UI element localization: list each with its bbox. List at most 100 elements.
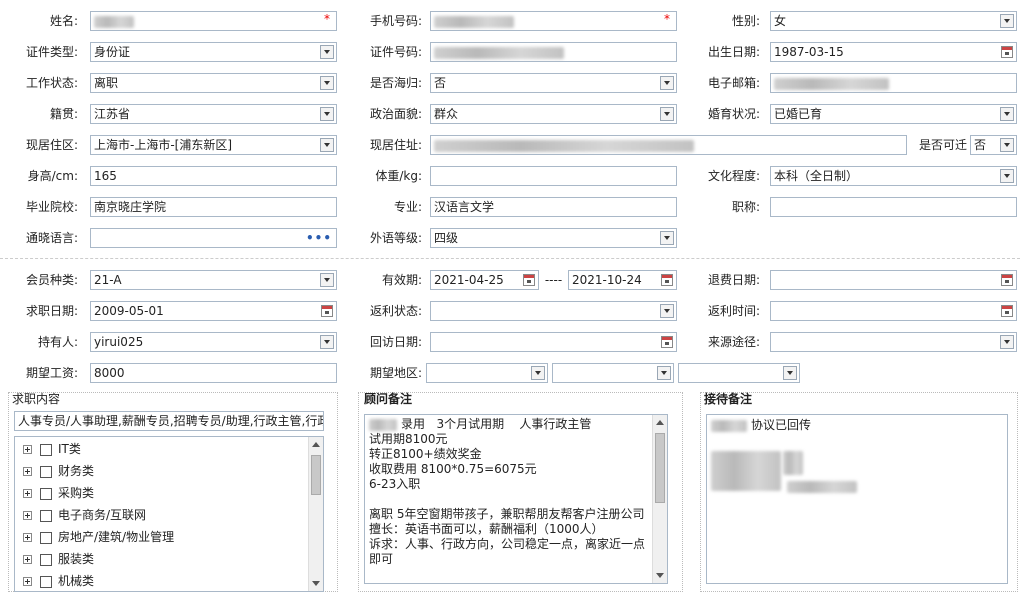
calendar-icon[interactable] [661, 336, 673, 348]
idno-input[interactable] [430, 42, 677, 62]
job-summary-input[interactable]: 人事专员/人事助理,薪酬专员,招聘专员/助理,行政主管,行政 [14, 411, 324, 431]
tree-item-it[interactable]: IT类 [23, 439, 81, 459]
foreign-select[interactable]: 四级 [430, 228, 677, 248]
checkbox[interactable] [40, 575, 52, 588]
chevron-down-icon[interactable] [660, 76, 674, 90]
checkbox[interactable] [40, 509, 52, 522]
birth-date-input[interactable]: 1987-03-15 [770, 42, 1017, 62]
education-select[interactable]: 本科（全日制） [770, 166, 1017, 186]
native-select[interactable]: 江苏省 [90, 104, 337, 124]
checkbox[interactable] [40, 487, 52, 500]
source-select[interactable] [770, 332, 1017, 352]
chevron-down-icon[interactable] [320, 76, 334, 90]
chevron-down-icon[interactable] [660, 107, 674, 121]
address-input[interactable] [430, 135, 907, 155]
overseas-select[interactable]: 否 [430, 73, 677, 93]
workstatus-select[interactable]: 离职 [90, 73, 337, 93]
scroll-up-icon[interactable] [656, 420, 664, 425]
checkbox[interactable] [40, 443, 52, 456]
advisor-note-textarea[interactable]: 录用 3个月试用期 人事行政主管 试用期8100元 转正8100+绩效奖金 收取… [364, 414, 668, 584]
note-scrollbar[interactable] [652, 415, 667, 583]
calendar-icon[interactable] [1001, 274, 1013, 286]
chevron-down-icon[interactable] [1000, 107, 1014, 121]
idtype-select[interactable]: 身份证 [90, 42, 337, 62]
major-input[interactable]: 汉语言文学 [430, 197, 677, 217]
jobdate-input[interactable]: 2009-05-01 [90, 301, 337, 321]
weight-input[interactable] [430, 166, 677, 186]
expand-icon[interactable] [23, 489, 32, 498]
title-input[interactable] [770, 197, 1017, 217]
valid-to-input[interactable]: 2021-10-24 [568, 270, 677, 290]
chevron-down-icon[interactable] [531, 366, 545, 380]
chevron-down-icon[interactable] [657, 366, 671, 380]
scroll-down-icon[interactable] [656, 573, 664, 578]
rebate-time-input[interactable] [770, 301, 1017, 321]
tree-scrollbar[interactable] [308, 437, 323, 591]
area-select[interactable]: 上海市-上海市-[浦东新区] [90, 135, 337, 155]
weight-label: 体重/kg: [375, 169, 422, 183]
scroll-thumb[interactable] [311, 455, 321, 495]
calendar-icon[interactable] [1001, 305, 1013, 317]
calendar-icon[interactable] [321, 305, 333, 317]
tree-item-clothing[interactable]: 服装类 [23, 549, 94, 569]
calendar-icon[interactable] [523, 274, 535, 286]
holder-select[interactable]: yirui025 [90, 332, 337, 352]
tree-item-purchase[interactable]: 采购类 [23, 483, 94, 503]
calendar-icon[interactable] [1001, 46, 1013, 58]
checkbox[interactable] [40, 553, 52, 566]
chevron-down-icon[interactable] [320, 107, 334, 121]
expand-icon[interactable] [23, 445, 32, 454]
chevron-down-icon[interactable] [1000, 335, 1014, 349]
salary-input[interactable]: 8000 [90, 363, 337, 383]
calendar-icon[interactable] [661, 274, 673, 286]
region-province-select[interactable] [426, 363, 548, 383]
tree-item-ecommerce[interactable]: 电子商务/互联网 [23, 505, 146, 525]
expand-icon[interactable] [23, 511, 32, 520]
chevron-down-icon[interactable] [320, 273, 334, 287]
chevron-down-icon[interactable] [783, 366, 797, 380]
tree-item-machinery[interactable]: 机械类 [23, 571, 94, 591]
scroll-thumb[interactable] [655, 433, 665, 503]
reception-note-textarea[interactable]: 协议已回传 [706, 414, 1008, 584]
region-district-select[interactable] [678, 363, 800, 383]
valid-from-input[interactable]: 2021-04-25 [430, 270, 539, 290]
chevron-down-icon[interactable] [320, 45, 334, 59]
scroll-up-icon[interactable] [312, 442, 320, 447]
email-label: 电子邮箱: [707, 76, 760, 90]
refund-date-input[interactable] [770, 270, 1017, 290]
phone-input[interactable]: * [430, 11, 677, 31]
visit-date-input[interactable] [430, 332, 677, 352]
chevron-down-icon[interactable] [1000, 138, 1014, 152]
chevron-down-icon[interactable] [660, 231, 674, 245]
checkbox[interactable] [40, 531, 52, 544]
chevron-down-icon[interactable] [1000, 14, 1014, 28]
region-city-select[interactable] [552, 363, 674, 383]
language-input[interactable]: ••• [90, 228, 337, 248]
overseas-value: 否 [434, 76, 447, 90]
name-input[interactable]: * [90, 11, 337, 31]
tree-item-realestate[interactable]: 房地产/建筑/物业管理 [23, 527, 174, 547]
checkbox[interactable] [40, 465, 52, 478]
chevron-down-icon[interactable] [660, 304, 674, 318]
rebate-status-select[interactable] [430, 301, 677, 321]
expand-icon[interactable] [23, 533, 32, 542]
chevron-down-icon[interactable] [320, 335, 334, 349]
expand-icon[interactable] [23, 577, 32, 586]
member-type-select[interactable]: 21-A [90, 270, 337, 290]
chevron-down-icon[interactable] [320, 138, 334, 152]
tree-item-label: 采购类 [58, 486, 95, 500]
gender-select[interactable]: 女 [770, 11, 1017, 31]
tree-item-finance[interactable]: 财务类 [23, 461, 94, 481]
relocate-select[interactable]: 否 [970, 135, 1017, 155]
marital-select[interactable]: 已婚已育 [770, 104, 1017, 124]
chevron-down-icon[interactable] [1000, 169, 1014, 183]
political-select[interactable]: 群众 [430, 104, 677, 124]
school-input[interactable]: 南京晓庄学院 [90, 197, 337, 217]
expand-icon[interactable] [23, 467, 32, 476]
height-input[interactable]: 165 [90, 166, 337, 186]
job-category-tree[interactable]: IT类 财务类 采购类 电子商务/互联网 房地产/建筑/物业管理 服装类 机械类 [14, 436, 324, 592]
more-options-button[interactable]: ••• [306, 229, 332, 247]
expand-icon[interactable] [23, 555, 32, 564]
email-input[interactable] [770, 73, 1017, 93]
scroll-down-icon[interactable] [312, 581, 320, 586]
